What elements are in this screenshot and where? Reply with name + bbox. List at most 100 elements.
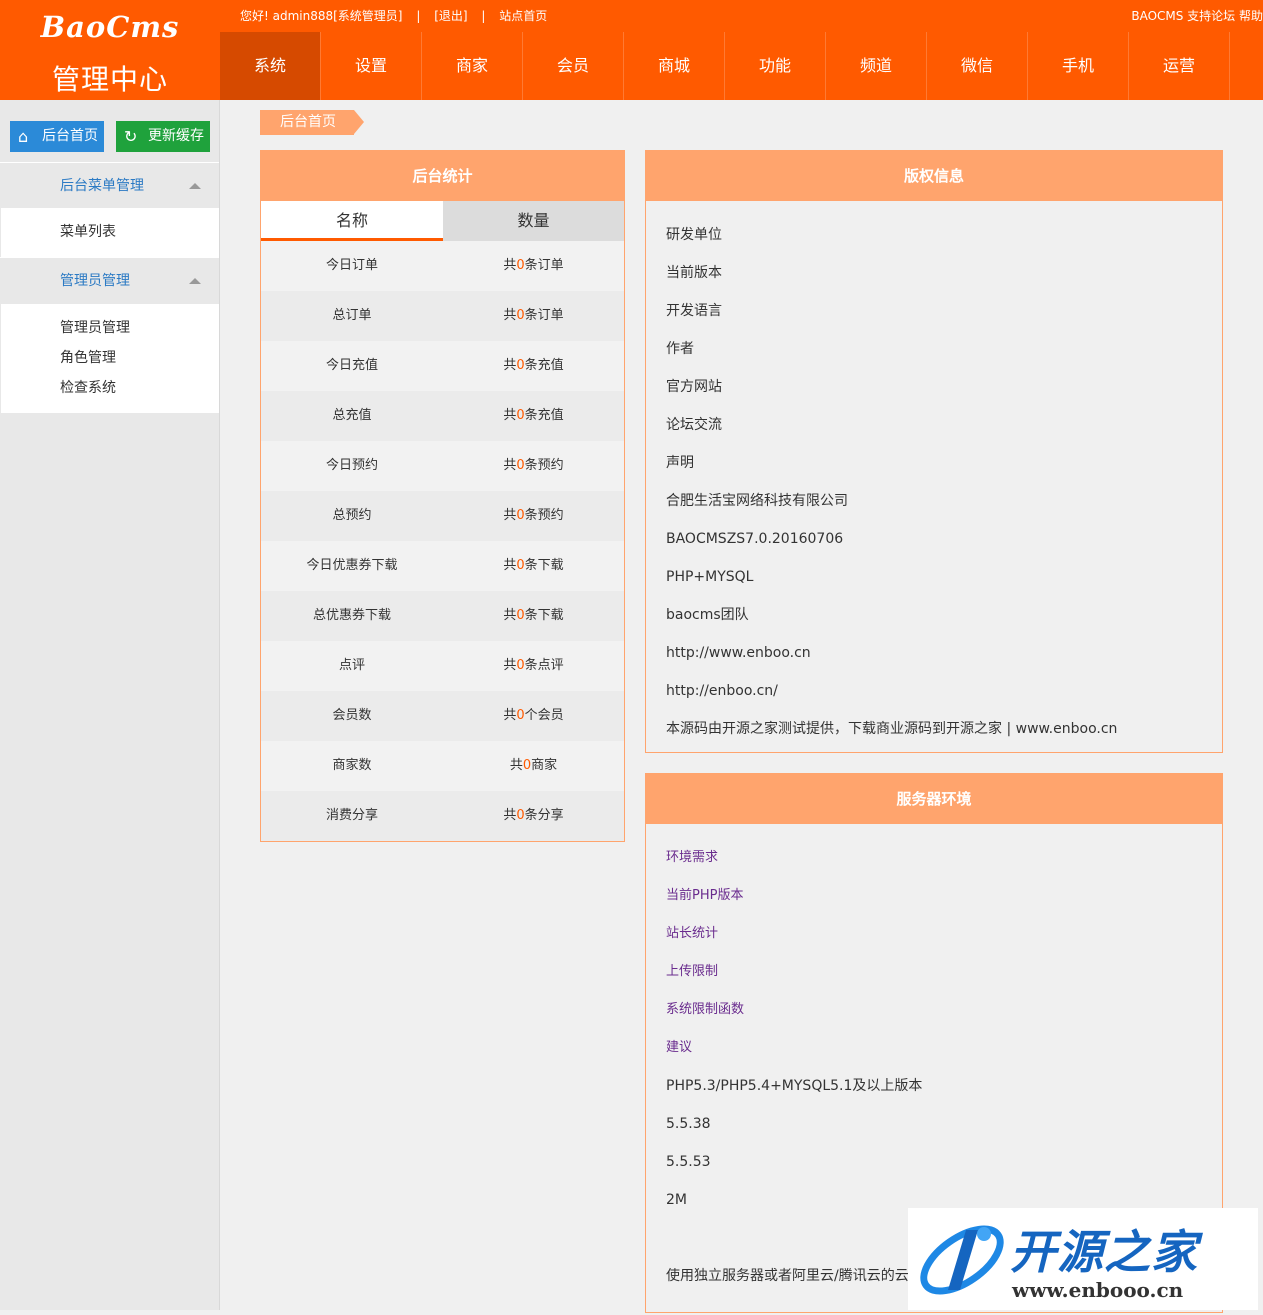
collapse-arrow-icon [189,183,201,189]
stat-value: 共0商家 [443,741,624,791]
stat-prefix: 共 [503,658,517,673]
menu-item-system-check[interactable]: 检查系统 [1,373,219,403]
env-label[interactable]: 建议 [666,1032,1202,1070]
info-line: PHP+MYSQL [666,569,754,585]
home-button-label: 后台首页 [42,128,98,144]
env-label[interactable]: 上传限制 [666,956,1202,994]
stat-prefix: 共 [503,358,517,373]
stat-value: 共0条预约 [443,441,624,491]
env-label[interactable]: 环境需求 [666,842,1202,880]
stat-prefix: 共 [503,308,517,323]
nav-system[interactable]: 系统 [220,32,321,100]
stat-suffix: 条订单 [524,258,564,273]
stat-value: 共0个会员 [443,691,624,741]
stat-number: 0 [516,458,525,473]
logo-subtitle: 管理中心 [51,63,168,96]
stat-suffix: 条充值 [524,358,564,373]
refresh-cache-button[interactable]: ↻ 更新缓存 [116,121,210,152]
panel-title: 版权信息 [646,151,1222,201]
env-label[interactable]: 系统限制函数 [666,994,1202,1032]
separator: | [481,9,486,23]
tab-quantity[interactable]: 数量 [443,201,624,241]
stats-tabs: 名称 数量 [261,201,624,241]
table-row: 商家数 共0商家 [261,741,624,791]
info-line: 官方网站 [666,379,722,395]
stat-name: 点评 [338,658,365,673]
logo-brand: BaoCms [40,10,180,44]
menu-item-admin-manage[interactable]: 管理员管理 [1,313,219,343]
nav-merchants[interactable]: 商家 [422,32,523,100]
stat-prefix: 共 [503,608,517,623]
env-label[interactable]: 站长统计 [666,918,1202,956]
stat-name: 总订单 [332,308,372,323]
table-row: 总充值 共0条充值 [261,391,624,441]
env-label[interactable]: 当前PHP版本 [666,880,1202,918]
info-line: 本源码由开源之家测试提供，下载商业源码到开源之家 | www.enboo.cn [666,721,1118,737]
menu-item-role-manage[interactable]: 角色管理 [1,343,219,373]
stat-suffix: 个会员 [524,708,564,723]
stat-suffix: 条预约 [524,458,564,473]
table-row: 点评 共0条点评 [261,641,624,691]
menu-group-header[interactable]: 管理员管理 [0,257,219,303]
info-line: 作者 [666,341,694,357]
menu-item-menu-list[interactable]: 菜单列表 [1,217,219,247]
logout-link[interactable]: [退出] [434,9,467,23]
table-row: 今日预约 共0条预约 [261,441,624,491]
nav-operations[interactable]: 运营 [1129,32,1230,100]
nav-settings[interactable]: 设置 [321,32,422,100]
copyright-panel: 版权信息 研发单位 当前版本 开发语言 作者 官方网站 论坛交流 声明 合肥生活宝网络科技有限… [645,150,1223,753]
stat-value: 共0条订单 [443,291,624,341]
stat-name: 总充值 [332,408,372,423]
refresh-icon: ↻ [124,127,138,146]
stat-suffix: 条充值 [524,408,564,423]
nav-wechat[interactable]: 微信 [927,32,1028,100]
stat-number: 0 [516,408,525,423]
stat-name: 今日充值 [325,358,378,373]
stat-value: 共0条下载 [443,591,624,641]
panel-title: 服务器环境 [646,774,1222,824]
info-line: 论坛交流 [666,417,722,433]
tab-name[interactable]: 名称 [261,201,443,241]
stat-name: 今日预约 [325,458,378,473]
nav-mall[interactable]: 商城 [624,32,725,100]
table-row: 总订单 共0条订单 [261,291,624,341]
info-line: http://www.enboo.cn [666,645,811,661]
table-row: 今日优惠券下载 共0条下载 [261,541,624,591]
stat-number: 0 [516,708,525,723]
topbar-right-links[interactable]: BAOCMS 支持论坛 帮助 [1131,0,1263,32]
menu-group-body: 菜单列表 [1,208,219,257]
menu-group-header[interactable]: 后台菜单管理 [0,162,219,208]
stats-table: 今日订单 共0条订单 总订单 共0条订单 今日充值 共0条充值 总充值 共0条充值 今日预约 共0… [261,241,624,841]
menu-group-title: 后台菜单管理 [60,178,144,194]
collapse-arrow-icon [189,278,201,284]
stat-number: 0 [516,808,525,823]
nav-mobile[interactable]: 手机 [1028,32,1129,100]
watermark-name: 开源之家 [1010,1225,1198,1279]
site-home-link[interactable]: 站点首页 [499,9,547,23]
watermark-logo-icon [920,1225,1004,1295]
stat-number: 0 [516,308,525,323]
main-nav: 系统 设置 商家 会员 商城 功能 频道 微信 手机 运营 [220,32,1263,100]
stat-suffix: 条分享 [524,808,564,823]
separator: | [416,9,421,23]
stat-value: 共0条点评 [443,641,624,691]
watermark-url: www.enbooo.cn [1012,1278,1184,1302]
stat-number: 0 [516,358,525,373]
stat-name: 会员数 [332,708,372,723]
info-line: 研发单位 [666,227,722,243]
stat-prefix: 共 [503,508,517,523]
table-row: 会员数 共0个会员 [261,691,624,741]
nav-channels[interactable]: 频道 [826,32,927,100]
stat-number: 0 [516,508,525,523]
breadcrumb[interactable]: 后台首页 [260,110,364,135]
stat-number: 0 [516,658,525,673]
stat-prefix: 共 [503,708,517,723]
stat-name: 消费分享 [325,808,378,823]
nav-features[interactable]: 功能 [725,32,826,100]
home-button[interactable]: ⌂ 后台首页 [10,121,104,152]
refresh-button-label: 更新缓存 [148,128,204,144]
nav-members[interactable]: 会员 [523,32,624,100]
stat-value: 共0条下载 [443,541,624,591]
greeting: 您好! admin888[系统管理员] [240,9,403,23]
logo[interactable]: BaoCms 管理中心 [0,0,220,100]
